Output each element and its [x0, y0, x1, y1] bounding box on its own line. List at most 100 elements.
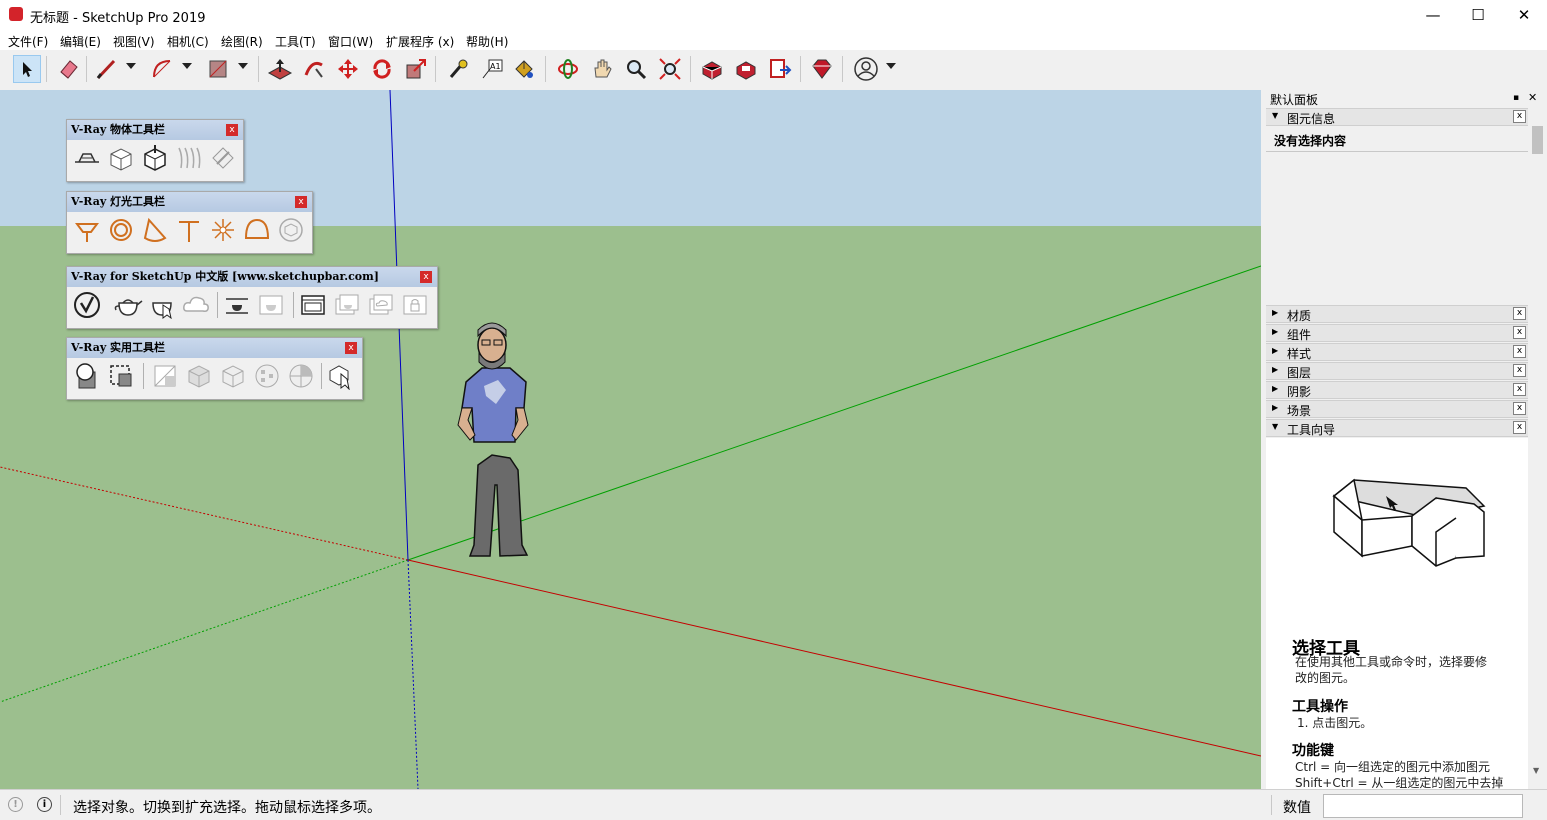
vray-object-toolbar[interactable]: V-Ray 物体工具栏 x [66, 119, 244, 182]
proxy-export-icon[interactable] [107, 144, 135, 172]
cube-mapping-icon[interactable] [219, 362, 247, 390]
section-close-icon[interactable]: x [1513, 383, 1526, 396]
tray-close-icon[interactable]: ✕ [1528, 91, 1537, 104]
menu-extensions[interactable]: 扩展程序 (x) [386, 33, 454, 50]
rotate-tool-icon[interactable] [368, 55, 396, 83]
move-tool-icon[interactable] [334, 55, 362, 83]
scrollbar-thumb[interactable] [1532, 126, 1543, 154]
vray-utility-toolbar[interactable]: V-Ray 实用工具栏 x [66, 337, 363, 400]
section-shadows[interactable]: ▶ 阴影 x [1266, 381, 1528, 399]
ies-light-icon[interactable] [175, 216, 203, 244]
cloud-history-icon[interactable] [367, 291, 395, 319]
zoom-extents-tool-icon[interactable] [656, 55, 684, 83]
line-tool-icon[interactable] [92, 55, 120, 83]
text-tool-icon[interactable]: A1 [478, 55, 506, 83]
push-pull-tool-icon[interactable] [266, 55, 294, 83]
mesh-light-icon[interactable] [277, 216, 305, 244]
checker-sphere-icon[interactable] [287, 362, 315, 390]
menu-help[interactable]: 帮助(H) [466, 33, 508, 50]
vray-utility-toolbar-close-icon[interactable]: x [345, 342, 357, 354]
vray-main-toolbar-close-icon[interactable]: x [420, 271, 432, 283]
sphere-light-icon[interactable] [107, 216, 135, 244]
minimize-button[interactable]: — [1410, 0, 1456, 30]
vray-light-toolbar-close-icon[interactable]: x [295, 196, 307, 208]
geo-location-icon[interactable]: ! [8, 797, 23, 812]
tape-measure-tool-icon[interactable] [444, 55, 472, 83]
lock-camera-icon[interactable] [401, 291, 429, 319]
omni-light-icon[interactable] [209, 216, 237, 244]
frame-buffer-teapot-icon[interactable] [257, 291, 285, 319]
section-close-icon[interactable]: x [1513, 402, 1526, 415]
render-region-icon[interactable] [223, 291, 251, 319]
arc-tool-icon[interactable] [148, 55, 176, 83]
render-teapot-icon[interactable] [113, 291, 143, 319]
account-icon[interactable] [852, 55, 880, 83]
section-instructor[interactable]: ▼ 工具向导 x [1266, 419, 1528, 437]
eraser-tool-icon[interactable] [54, 55, 82, 83]
vray-utility-toolbar-title[interactable]: V-Ray 实用工具栏 [67, 338, 362, 358]
uv-tiles-icon[interactable] [151, 362, 179, 390]
asset-editor-icon[interactable] [73, 291, 101, 319]
menu-view[interactable]: 视图(V) [113, 33, 155, 50]
measurements-input[interactable] [1323, 794, 1523, 818]
dome-light-icon[interactable] [243, 216, 271, 244]
section-entity-info[interactable]: ▼ 图元信息 x [1266, 108, 1528, 126]
modeling-viewport[interactable]: V-Ray 物体工具栏 x V-Ray 灯光工具栏 x V-Ray for Sk… [0, 90, 1261, 789]
follow-me-tool-icon[interactable] [300, 55, 328, 83]
spot-light-icon[interactable] [141, 216, 169, 244]
close-button[interactable]: ✕ [1501, 0, 1547, 30]
section-styles[interactable]: ▶ 样式 x [1266, 343, 1528, 361]
extension-warehouse-icon[interactable] [732, 55, 760, 83]
vray-light-toolbar-title[interactable]: V-Ray 灯光工具栏 [67, 192, 312, 212]
section-close-icon[interactable]: x [1513, 110, 1526, 123]
fur-icon[interactable] [175, 144, 203, 172]
sphere-mapping-icon[interactable] [253, 362, 281, 390]
info-icon[interactable]: i [37, 797, 52, 812]
rectangle-tool-icon[interactable] [204, 55, 232, 83]
section-layers[interactable]: ▶ 图层 x [1266, 362, 1528, 380]
scroll-down-icon[interactable]: ▼ [1533, 766, 1539, 775]
frame-buffer-icon[interactable] [299, 291, 327, 319]
material-picker-icon[interactable] [73, 362, 101, 390]
section-close-icon[interactable]: x [1513, 307, 1526, 320]
proxy-import-icon[interactable] [141, 144, 169, 172]
pin-icon[interactable]: ▪ [1513, 93, 1519, 103]
render-elements-icon[interactable] [333, 291, 361, 319]
rectangle-dropdown-icon[interactable] [238, 63, 248, 69]
line-dropdown-icon[interactable] [126, 63, 136, 69]
account-dropdown-icon[interactable] [886, 63, 896, 69]
menu-edit[interactable]: 编辑(E) [60, 33, 101, 50]
zoom-tool-icon[interactable] [622, 55, 650, 83]
section-scenes[interactable]: ▶ 场景 x [1266, 400, 1528, 418]
paint-bucket-tool-icon[interactable] [510, 55, 538, 83]
section-close-icon[interactable]: x [1513, 326, 1526, 339]
mesh-clipper-icon[interactable] [209, 144, 237, 172]
menu-tools[interactable]: 工具(T) [275, 33, 316, 50]
select-tool-icon[interactable] [13, 55, 41, 83]
menu-window[interactable]: 窗口(W) [328, 33, 373, 50]
rectangle-light-icon[interactable] [73, 216, 101, 244]
infinite-plane-icon[interactable] [73, 144, 101, 172]
object-id-pointer-icon[interactable] [327, 362, 355, 390]
arc-dropdown-icon[interactable] [182, 63, 192, 69]
vray-main-toolbar-title[interactable]: V-Ray for SketchUp 中文版 [www.sketchupbar.… [67, 267, 437, 287]
vray-object-toolbar-close-icon[interactable]: x [226, 124, 238, 136]
menu-draw[interactable]: 绘图(R) [221, 33, 263, 50]
cloud-render-icon[interactable] [181, 291, 209, 319]
maximize-button[interactable]: ☐ [1455, 0, 1501, 30]
scale-tool-icon[interactable] [402, 55, 430, 83]
vray-object-toolbar-title[interactable]: V-Ray 物体工具栏 [67, 120, 243, 140]
3d-warehouse-icon[interactable] [698, 55, 726, 83]
orbit-tool-icon[interactable] [554, 55, 582, 83]
section-materials[interactable]: ▶ 材质 x [1266, 305, 1528, 323]
send-to-layout-icon[interactable] [766, 55, 794, 83]
box-mapping-icon[interactable] [185, 362, 213, 390]
vray-light-toolbar[interactable]: V-Ray 灯光工具栏 x [66, 191, 313, 254]
tray-scrollbar[interactable]: ▼ [1529, 126, 1546, 776]
section-close-icon[interactable]: x [1513, 421, 1526, 434]
section-close-icon[interactable]: x [1513, 345, 1526, 358]
select-by-material-icon[interactable] [107, 362, 135, 390]
section-components[interactable]: ▶ 组件 x [1266, 324, 1528, 342]
menu-camera[interactable]: 相机(C) [167, 33, 209, 50]
section-close-icon[interactable]: x [1513, 364, 1526, 377]
